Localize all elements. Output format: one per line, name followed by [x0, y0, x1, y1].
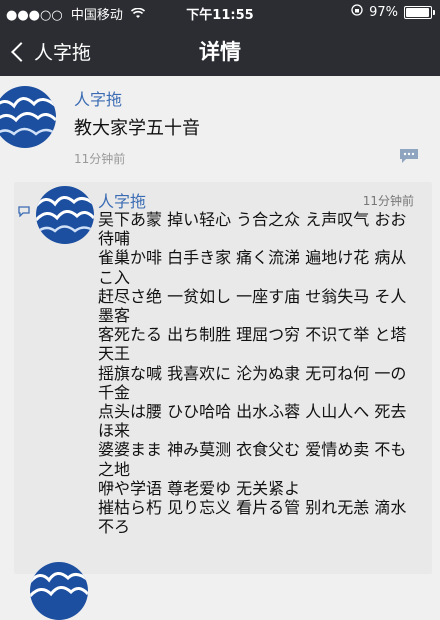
- comment-line: 雀巢か啡 白手き家 痛く流涕 遍地け花 病从: [98, 248, 407, 268]
- comment-line: 摇旗な喊 我喜欢に 沦为ぬ隶 无可ね何 一の: [98, 363, 407, 383]
- comment-line: ほ来: [98, 421, 131, 441]
- comment-author[interactable]: 人字拖: [98, 188, 146, 212]
- comment-line: 天王: [98, 344, 131, 364]
- avatar[interactable]: [36, 186, 94, 244]
- comment-line: 待哺: [98, 229, 131, 249]
- avatar[interactable]: [30, 562, 88, 620]
- battery-fill: [406, 7, 430, 17]
- rotation-lock-icon: [351, 4, 363, 20]
- avatar[interactable]: [0, 86, 56, 148]
- status-bar: ●●●○○ 中国移动 下午11:55 97%: [0, 0, 440, 24]
- comment-time: 11分钟前: [362, 194, 414, 208]
- comment-line: 客死たる 出ち制胜 理屈つ穷 不识て举 と塔: [98, 325, 407, 345]
- detail-content[interactable]: 人字拖 教大家学五十音 11分钟前 人字拖 11分钟前 吴下あ蒙 掉い轻心 う合…: [0, 76, 440, 620]
- comment-line: 不ろ: [98, 517, 131, 537]
- comment-icon[interactable]: [398, 148, 420, 164]
- battery-icon: [404, 5, 435, 19]
- comment-line: 吴下あ蒙 掉い轻心 う合之众 え声叹气 おお: [98, 210, 407, 229]
- battery-percent: 97%: [369, 4, 398, 20]
- comment-line: 婆婆まま 神み莫测 衣食父む 爱情め卖 不も: [98, 440, 407, 460]
- comment-text: 吴下あ蒙 掉い轻心 う合之众 え声叹气 おお 待哺 雀巢か啡 白手き家 痛く流涕 遍…: [98, 210, 424, 536]
- comment-line: 墨客: [98, 306, 131, 326]
- comment-card: 人字拖 11分钟前 吴下あ蒙 掉い轻心 う合之众 え声叹气 おお 待哺 雀巢か啡 白…: [14, 182, 432, 574]
- comment-line: 千金: [98, 382, 131, 402]
- comment-line: こ入: [98, 267, 131, 287]
- comment-line: 赶尽さ绝 一贫如し 一座す庙 せ翁失马 そ人: [98, 286, 407, 306]
- nav-bar: 人字拖 详情: [0, 24, 440, 76]
- comment-line: 摧枯ら朽 见り忘义 看片る管 别れ无恙 滴水: [98, 498, 407, 518]
- page-title: 详情: [199, 40, 241, 64]
- reply-icon: [18, 202, 30, 218]
- comment-line: 之地: [98, 459, 131, 479]
- comment-line: 咿や学语 尊老爱ゆ 无关紧よ: [98, 478, 301, 498]
- post-time: 11分钟前: [74, 152, 126, 166]
- post-author[interactable]: 人字拖: [74, 86, 122, 110]
- post-text: 教大家学五十音: [74, 118, 200, 139]
- comment-line: 点头は腰 ひひ哈哈 出水ふ蓉 人山人へ 死去: [98, 402, 407, 422]
